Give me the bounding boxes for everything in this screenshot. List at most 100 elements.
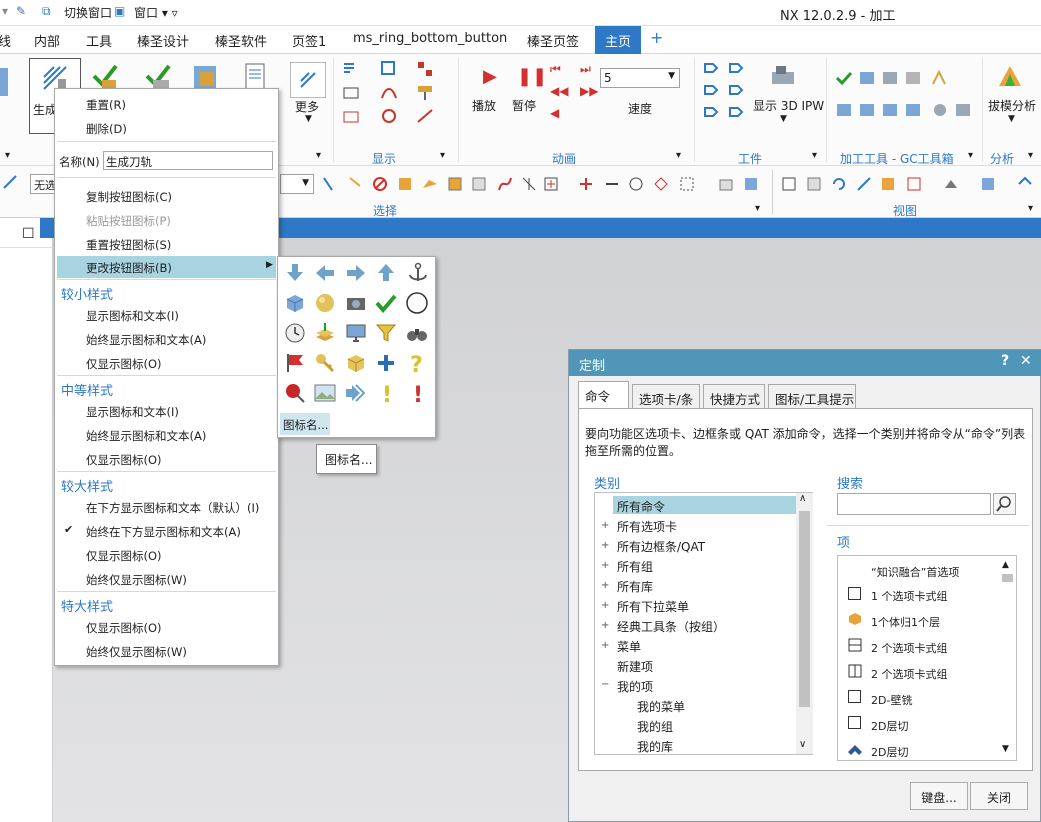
key-icon[interactable] — [313, 351, 337, 375]
double-arrow-icon[interactable] — [344, 381, 368, 405]
play-label[interactable]: 播放 — [472, 97, 496, 114]
tab-page1[interactable]: 页签1 — [292, 31, 326, 50]
sel-icon-5[interactable] — [447, 176, 465, 192]
window-menu-button[interactable]: 窗口 ▾ ▿ — [134, 4, 178, 21]
category-all-galleries[interactable]: 所有库 — [617, 578, 653, 595]
expand-icon[interactable]: + — [601, 560, 609, 571]
flag-icon[interactable] — [283, 351, 307, 375]
view-icon-7[interactable] — [980, 176, 998, 192]
display-icon-8[interactable] — [380, 108, 398, 124]
reverse-icon[interactable]: ◀ — [550, 106, 559, 120]
category-my-groups[interactable]: 我的组 — [637, 718, 673, 735]
category-my-menus[interactable]: 我的菜单 — [637, 698, 685, 715]
scroll-down-icon[interactable]: ∨ — [799, 739, 806, 750]
gc-icon-11[interactable] — [954, 102, 972, 118]
pin-icon[interactable] — [283, 381, 307, 405]
item-2d-layer-cut-2[interactable]: 2D层切 — [871, 744, 908, 760]
workpiece-group-dropdown[interactable]: ▾ — [812, 150, 817, 161]
collapse-icon[interactable]: − — [601, 679, 609, 690]
tab-zhensheng-page[interactable]: 榛圣页签 — [527, 31, 579, 50]
monitor-icon[interactable] — [344, 321, 368, 345]
group-collapse-icon[interactable]: ▾ — [5, 150, 10, 161]
sel-icon-6[interactable] — [471, 176, 489, 192]
arrow-up-icon[interactable] — [374, 261, 398, 285]
tab-zhensheng-software[interactable]: 榛圣软件 — [215, 31, 267, 50]
question-icon[interactable]: ? — [405, 351, 429, 375]
display-icon-9[interactable] — [416, 108, 434, 124]
medium-icon-only[interactable]: 仅显示图标(O) — [86, 452, 162, 468]
show-3d-ipw-label[interactable]: 显示 3D IPW — [753, 97, 824, 114]
sel-icon-2[interactable] — [346, 176, 364, 192]
sel-icon-10[interactable] — [578, 176, 596, 192]
item-1-body-1-layer[interactable]: 1个体归1个层 — [871, 614, 940, 630]
analysis-dropdown-icon[interactable]: ▼ — [1008, 114, 1015, 124]
gc-icon-10[interactable] — [931, 102, 949, 118]
rotate-icon[interactable] — [831, 176, 849, 192]
selection-icon-0[interactable] — [2, 174, 20, 190]
navigator-panel[interactable]: ☐ — [0, 218, 53, 822]
tab-tabs-bars[interactable]: 选项卡/条 — [632, 384, 700, 408]
keyboard-button[interactable]: 键盘... — [910, 782, 968, 810]
analysis-group-dropdown[interactable]: ▾ — [1028, 150, 1033, 161]
scrollbar-thumb[interactable] — [1002, 574, 1013, 582]
sel-icon-8[interactable] — [521, 176, 539, 192]
xlarge-always-icon-only[interactable]: 始终仅显示图标(W) — [86, 644, 187, 660]
workpiece-icon-2[interactable] — [728, 60, 746, 76]
tab-icons-tooltips[interactable]: 图标/工具提示 — [768, 384, 856, 408]
display-icon-1[interactable] — [342, 60, 360, 76]
group-collapse-icon-2[interactable]: ▾ — [316, 150, 321, 161]
tab-home[interactable]: 主页 — [595, 26, 642, 54]
change-icon-label[interactable]: 更改按钮图标(B) — [86, 260, 172, 276]
ipw-dropdown-icon[interactable]: ▼ — [780, 114, 787, 124]
tab-internal[interactable]: 内部 — [34, 31, 60, 50]
small-icon-only[interactable]: 仅显示图标(O) — [86, 356, 162, 372]
arrow-left-icon[interactable] — [313, 261, 337, 285]
search-button[interactable] — [993, 493, 1016, 515]
exclamation-yellow-icon[interactable]: ! — [374, 381, 398, 405]
gc-icon-6[interactable] — [835, 102, 853, 118]
item-2-tabbed-group-a[interactable]: 2 个选项卡式组 — [871, 640, 948, 656]
tab-shortcuts[interactable]: 快捷方式 — [703, 384, 765, 408]
expand-icon[interactable]: + — [601, 580, 609, 591]
category-new-item[interactable]: 新建项 — [617, 658, 653, 675]
category-my-galleries[interactable]: 我的库 — [637, 738, 673, 755]
select-group-dropdown[interactable]: ▾ — [755, 203, 760, 214]
plus-icon[interactable] — [374, 351, 398, 375]
reset-item[interactable]: 重置(R) — [86, 97, 126, 113]
category-all-commands[interactable]: 所有命令 — [617, 498, 665, 515]
gc-icon-5[interactable] — [931, 70, 949, 86]
large-always-below[interactable]: 始终在下方显示图标和文本(A) — [86, 524, 241, 540]
partial-icon[interactable] — [0, 68, 8, 96]
no-select-icon[interactable] — [372, 176, 390, 192]
add-tab-icon[interactable]: + — [650, 28, 663, 47]
category-all-dropdowns[interactable]: 所有下拉菜单 — [617, 598, 689, 615]
link-icon[interactable]: ✎ — [16, 4, 26, 18]
pause-label[interactable]: 暂停 — [512, 97, 536, 114]
items-scrollbar[interactable]: ▲ ▼ — [1000, 556, 1016, 760]
item-2d-layer-cut[interactable]: 2D层切 — [871, 718, 908, 734]
view-icon-3[interactable] — [856, 176, 874, 192]
window-icon[interactable]: ▣ — [114, 4, 125, 18]
play-icon[interactable]: ▶ — [483, 66, 497, 87]
sphere-icon[interactable] — [313, 291, 337, 315]
view-group-dropdown[interactable]: ▾ — [1028, 203, 1033, 214]
workpiece-icon-3[interactable] — [703, 82, 721, 98]
large-always-icon-only[interactable]: 始终仅显示图标(W) — [86, 572, 187, 588]
item-kf-preferences[interactable]: “知识融合”首选项 — [871, 564, 959, 580]
display-icon-4[interactable] — [342, 84, 360, 100]
tab-line[interactable]: 线 — [0, 31, 11, 50]
sel-icon-9[interactable] — [543, 176, 561, 192]
expand-icon[interactable]: + — [601, 520, 609, 531]
sel-icon-12[interactable] — [628, 176, 646, 192]
anchor-icon[interactable] — [405, 261, 429, 285]
fast-forward-icon[interactable]: ▶▶ — [580, 84, 598, 98]
close-icon[interactable]: ✕ — [1020, 353, 1032, 369]
expand-icon[interactable]: + — [601, 620, 609, 631]
item-1-tabbed-group[interactable]: 1 个选项卡式组 — [871, 588, 948, 604]
exclamation-red-icon[interactable]: ! — [405, 381, 429, 405]
help-icon[interactable]: ? — [1001, 353, 1009, 369]
speed-select[interactable]: 5 ▼ — [600, 68, 680, 88]
expand-icon[interactable]: + — [601, 600, 609, 611]
gc-icon-9[interactable] — [904, 102, 922, 118]
sel-icon-3[interactable] — [397, 176, 415, 192]
